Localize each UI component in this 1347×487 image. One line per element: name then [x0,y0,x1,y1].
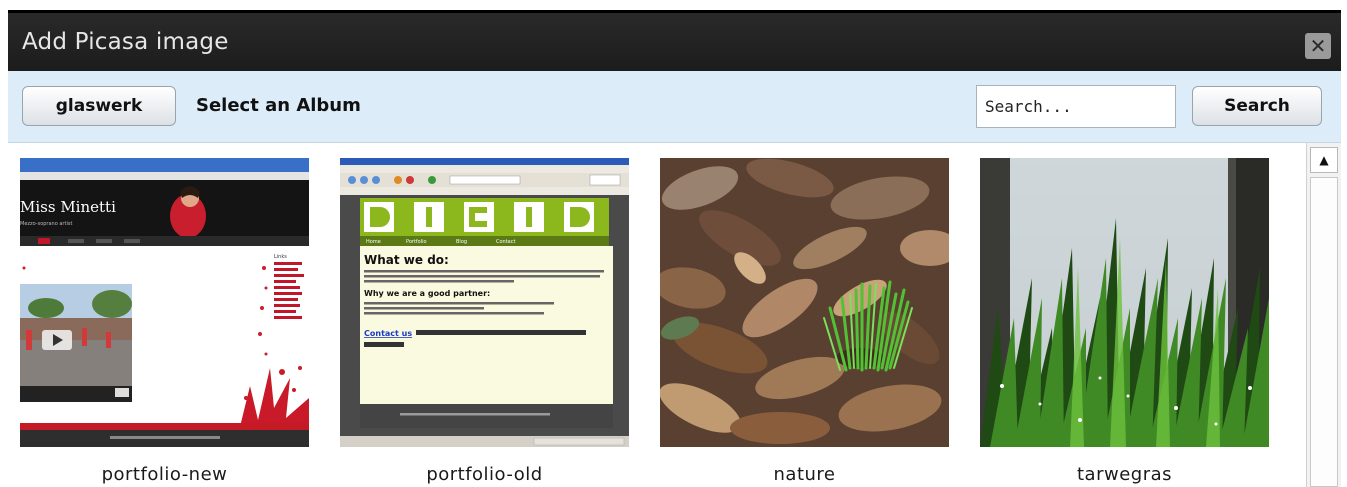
preview-nav-item: Portfolio [406,239,427,245]
vertical-scrollbar[interactable]: ▲ [1306,143,1341,487]
close-icon[interactable]: ✕ [1305,33,1331,59]
album-title[interactable]: portfolio-new [20,464,309,485]
album-card[interactable]: tarwegras [980,158,1269,485]
scrollbar-thumb[interactable] [1310,177,1338,487]
dialog-title: Add Picasa image [22,29,229,55]
album-thumbnail[interactable] [660,158,949,447]
nature-photo [660,158,949,447]
window-top-edge [0,0,1347,10]
album-card[interactable]: Miss Minetti Mezzo-soprano artist Links [20,158,309,485]
album-title[interactable]: tarwegras [980,464,1269,485]
album-toolbar: glaswerk Select an Album Search [8,71,1341,143]
add-picasa-image-dialog: Add Picasa image ✕ glaswerk Select an Al… [8,10,1341,487]
portfolio-old-screenshot: Home Portfolio Blog Contact What we do: … [340,158,629,447]
preview-subheading: Why we are a good partner: [364,289,490,298]
album-thumbnail[interactable]: Miss Minetti Mezzo-soprano artist Links [20,158,309,447]
scroll-up-arrow-icon[interactable]: ▲ [1310,147,1338,173]
preview-nav-item: Contact [496,239,515,245]
album-title[interactable]: nature [660,464,949,485]
dialog-titlebar: Add Picasa image ✕ [8,10,1341,71]
preview-sidebar-title: Links [274,254,287,260]
search-input[interactable] [976,85,1176,128]
album-card[interactable]: nature [660,158,949,485]
search-button[interactable]: Search [1192,86,1322,126]
preview-contact-link: Contact us [364,329,412,338]
preview-heading: What we do: [364,253,449,267]
album-thumbnail[interactable]: Home Portfolio Blog Contact What we do: … [340,158,629,447]
portfolio-new-screenshot: Miss Minetti Mezzo-soprano artist Links [20,158,309,447]
album-title[interactable]: portfolio-old [340,464,629,485]
user-album-button[interactable]: glaswerk [22,86,176,126]
select-album-heading: Select an Album [196,95,361,116]
album-thumbnail[interactable] [980,158,1269,447]
tarwegras-photo [980,158,1269,447]
preview-site-name: Miss Minetti [20,198,116,216]
preview-nav-item: Home [366,239,381,245]
preview-nav-item: Blog [456,239,467,245]
album-card[interactable]: Home Portfolio Blog Contact What we do: … [340,158,629,485]
album-gallery: Miss Minetti Mezzo-soprano artist Links [8,143,1304,487]
preview-site-subtitle: Mezzo-soprano artist [20,221,72,227]
